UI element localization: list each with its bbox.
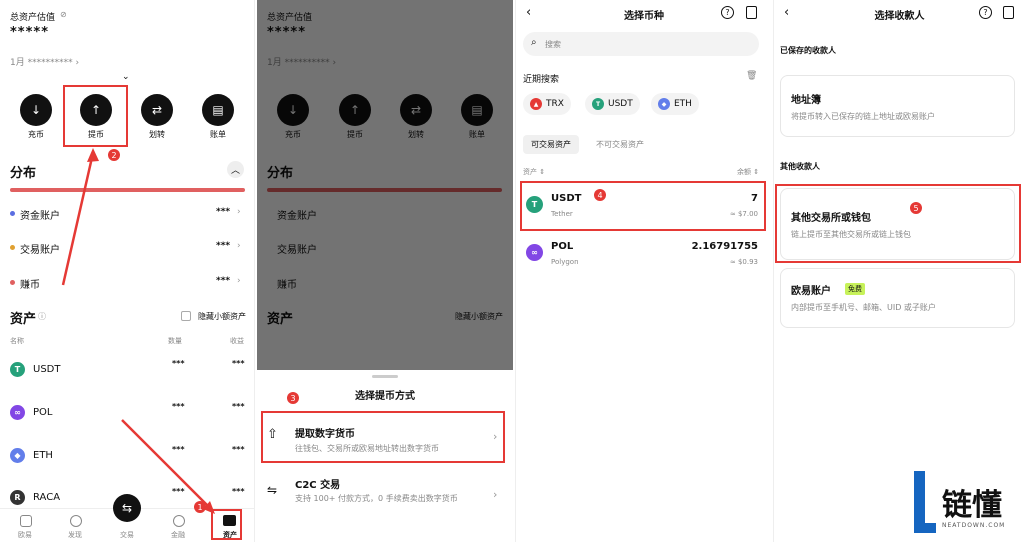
free-tag: 免费 <box>845 283 865 295</box>
option-subtitle: 支持 100+ 付款方式，0 手续费卖出数字货币 <box>295 494 458 503</box>
step-badge-5: 5 <box>910 202 922 214</box>
select-coin-panel: ‹ 选择币种 ? ⌕ 搜索 近期搜索 🗑 ▲ TRX T USDT ◆ ETH 可交易… <box>515 0 771 542</box>
history-icon[interactable] <box>1003 6 1014 19</box>
other-payee-title: 其他收款人 <box>780 162 820 171</box>
c2c-icon: ⇋ <box>267 483 278 497</box>
highlight-usdt <box>520 181 766 231</box>
recent-chip-eth[interactable]: ◆ ETH <box>651 93 699 115</box>
trash-icon[interactable]: 🗑 <box>746 71 757 81</box>
recent-chip-trx[interactable]: ▲ TRX <box>523 93 571 115</box>
step-badge-3: 3 <box>287 392 299 404</box>
logo-url: NEATDOWN.COM <box>942 522 1006 529</box>
coin-symbol: POL <box>551 241 574 252</box>
chip-label: USDT <box>608 99 633 109</box>
chip-label: TRX <box>546 99 564 109</box>
help-icon[interactable]: ? <box>721 6 734 19</box>
chip-label: ETH <box>674 99 692 109</box>
card-title: 欧易账户 <box>791 286 831 297</box>
highlight-withdraw-crypto <box>261 411 505 463</box>
usdt-icon: T <box>592 98 604 110</box>
chevron-right-icon: › <box>493 488 498 501</box>
dim-overlay[interactable] <box>257 0 513 370</box>
search-placeholder: 搜索 <box>545 40 561 49</box>
annotation-arrows <box>61 148 215 514</box>
select-payee-panel: ‹ 选择收款人 ? 已保存的收款人 地址簿 将提币转入已保存的链上地址或欧易账户… <box>773 0 1024 542</box>
pol-icon: ∞ <box>526 244 543 261</box>
search-input[interactable]: ⌕ 搜索 <box>523 32 759 56</box>
step-badge-4: 4 <box>594 189 606 201</box>
card-subtitle: 将提币转入已保存的链上地址或欧易账户 <box>791 112 935 121</box>
tab-tradable[interactable]: 可交易资产 <box>523 135 579 154</box>
sheet-handle[interactable] <box>372 375 398 378</box>
option-title: C2C 交易 <box>295 480 341 491</box>
card-title: 地址簿 <box>791 95 821 106</box>
eth-icon: ◆ <box>658 98 670 110</box>
address-book-card[interactable]: 地址簿 将提币转入已保存的链上地址或欧易账户 <box>780 75 1015 137</box>
trx-icon: ▲ <box>530 98 542 110</box>
asset-overview-panel: 总资产估值 ⊘ ***** 1月 ********** › ⌄ ↓ 充币 ↑ 提… <box>0 0 255 542</box>
recent-title: 近期搜索 <box>523 75 560 85</box>
col-balance[interactable]: 余额 ⇕ <box>737 167 759 177</box>
history-icon[interactable] <box>746 6 757 19</box>
col-asset[interactable]: 资产 ⇕ <box>523 167 545 177</box>
tab-non-tradable[interactable]: 不可交易资产 <box>596 139 644 150</box>
search-icon: ⌕ <box>531 37 537 48</box>
card-subtitle: 内部提币至手机号、邮箱、UID 或子账户 <box>791 303 936 312</box>
highlight-other-exchange <box>775 184 1021 263</box>
help-icon[interactable]: ? <box>979 6 992 19</box>
logo-mark-icon <box>914 471 936 539</box>
bottom-sheet: 选择提币方式 ⇧ 提取数字货币 往钱包、交易所或欧易地址转出数字货币 › 3 ⇋… <box>257 370 513 542</box>
logo-text: 链懂 <box>942 488 1002 523</box>
saved-payee-title: 已保存的收款人 <box>780 46 836 55</box>
withdraw-method-panel: 总资产估值 ***** 1月 ********** › ↓ 充币 ↑ 提币 ⇄ … <box>257 0 513 542</box>
coin-amount: 2.16791755 <box>691 241 758 252</box>
coin-usd: ≈ $0.93 <box>729 258 758 266</box>
recent-chip-usdt[interactable]: T USDT <box>585 93 640 115</box>
coin-fullname: Polygon <box>551 258 579 266</box>
okx-account-card[interactable]: 欧易账户 免费 内部提币至手机号、邮箱、UID 或子账户 <box>780 268 1015 328</box>
